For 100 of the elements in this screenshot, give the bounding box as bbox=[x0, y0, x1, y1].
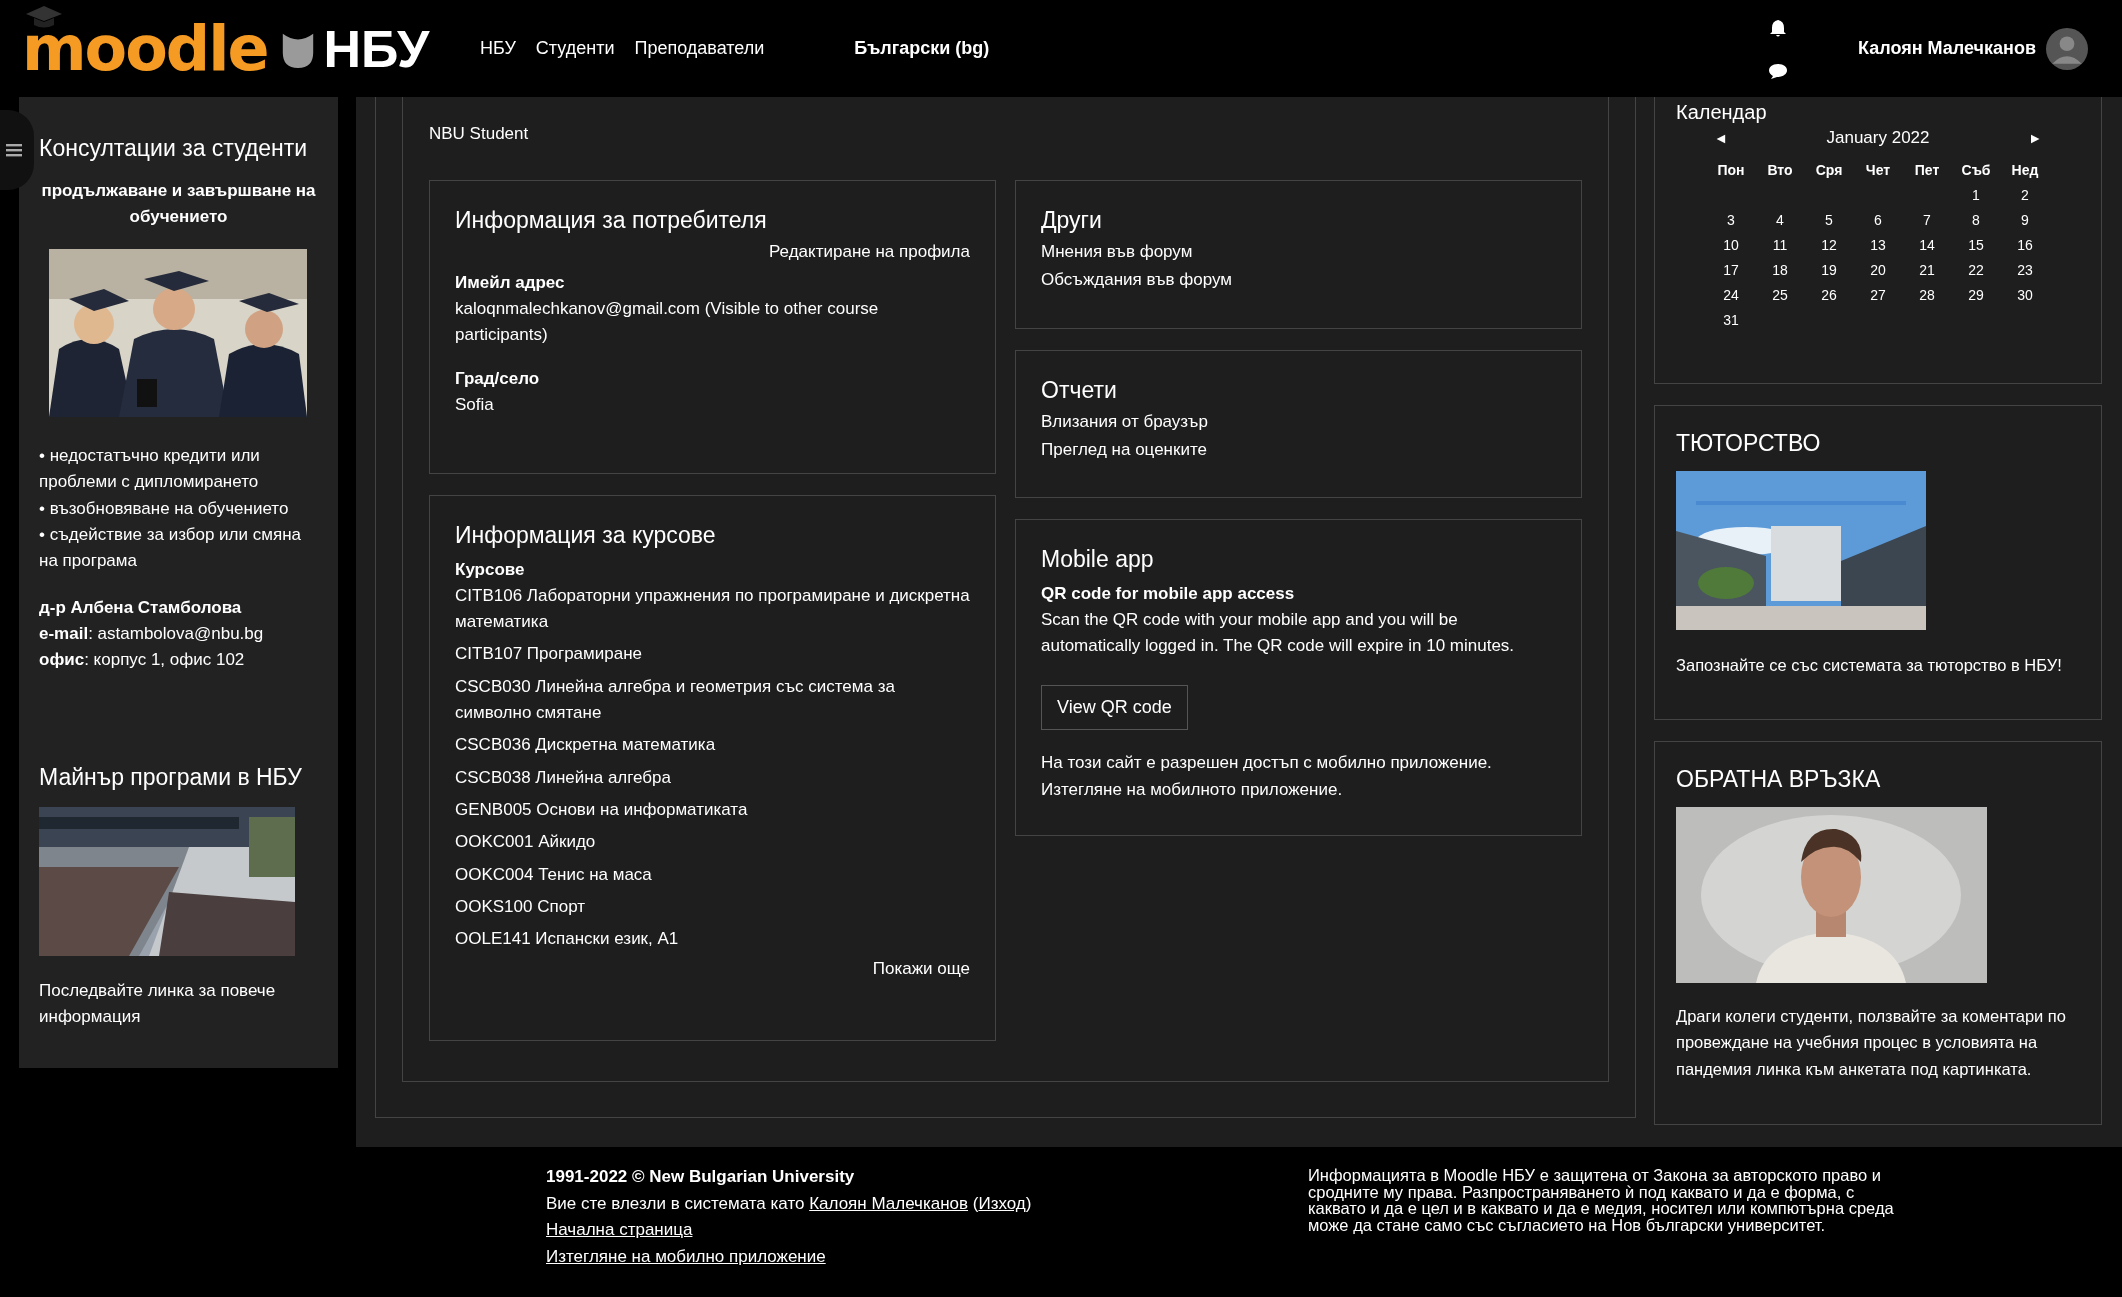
weekday-header: Вто bbox=[1766, 162, 1794, 178]
field-value: kaloqnmalechkanov@gmail.com (Visible to other course participants) bbox=[455, 297, 880, 346]
copyright-notice: Информацията в Moodle НБУ е защитена от Закона за авторското право и сродните му права. Разпространяването ѝ под каквато и да е форма, с каквато и да е цел и в каквато и да е медия, носител или компютърна среда може да стане само със съгласието на Нов български университет. bbox=[1308, 1167, 1895, 1236]
contact-line: e-mail: astambolova@nbu.bg bbox=[39, 623, 265, 646]
edit-profile-link[interactable]: Редактиране на профила bbox=[769, 242, 970, 261]
bell-icon[interactable] bbox=[1768, 17, 1789, 38]
copyright: 1991-2022 © New Bulgarian University bbox=[546, 1167, 856, 1187]
calendar-day[interactable]: 3 bbox=[1706, 212, 1756, 228]
avatar[interactable] bbox=[2046, 27, 2088, 70]
user-name[interactable]: Калоян Малечканов bbox=[1858, 38, 2036, 59]
calendar-day[interactable]: 26 bbox=[1804, 287, 1854, 303]
report-link[interactable]: Преглед на оценките bbox=[1041, 440, 1556, 460]
calendar-day[interactable]: 24 bbox=[1706, 287, 1756, 303]
nbu-logo[interactable]: НБУ bbox=[323, 18, 430, 79]
field-value: Sofia bbox=[455, 393, 495, 416]
calendar-day[interactable]: 16 bbox=[2000, 237, 2050, 253]
field-label: Град/село bbox=[455, 368, 541, 391]
card-title: Календар bbox=[1676, 101, 1768, 124]
footer-link[interactable]: Начална страница bbox=[546, 1217, 1308, 1244]
nav-link[interactable]: НБУ bbox=[480, 38, 516, 59]
calendar-day[interactable]: 29 bbox=[1951, 287, 2001, 303]
forum-link[interactable]: Мнения във форум bbox=[1041, 242, 1556, 262]
block-title: Майнър програми в НБУ bbox=[39, 763, 303, 791]
card-title: ТЮТОРСТВО bbox=[1676, 430, 1822, 457]
field-label: Курсове bbox=[455, 559, 526, 581]
calendar-day[interactable]: 21 bbox=[1902, 262, 1952, 278]
course-link[interactable]: CSCB036 Дискретна математика bbox=[455, 732, 970, 759]
report-link[interactable]: Влизания от браузър bbox=[1041, 412, 1556, 432]
course-link[interactable]: OOKC004 Тенис на маса bbox=[455, 861, 970, 888]
bullet-item: • недостатъчно кредити или проблеми с дипломирането bbox=[39, 445, 261, 494]
show-more-link[interactable]: Покажи още bbox=[872, 958, 970, 978]
calendar-day[interactable]: 13 bbox=[1853, 237, 1903, 253]
calendar-day[interactable]: 2 bbox=[2000, 187, 2050, 203]
course-link[interactable]: OOKS100 Спорт bbox=[455, 893, 970, 921]
language-menu[interactable]: Български (bg) bbox=[854, 38, 990, 59]
card-title: Информация за потребителя bbox=[455, 207, 768, 234]
weekday-header: Нед bbox=[2010, 162, 2040, 178]
course-link[interactable]: OOKC001 Айкидо bbox=[455, 829, 970, 856]
calendar-day[interactable]: 23 bbox=[2000, 262, 2050, 278]
calendar-day[interactable]: 6 bbox=[1853, 212, 1903, 228]
nav-link[interactable]: Студенти bbox=[535, 38, 615, 59]
field-label: QR code for mobile app access bbox=[1041, 583, 1296, 605]
weekday-header: Пон bbox=[1716, 162, 1746, 178]
contact-line: д-р Албена Стамболова bbox=[39, 596, 243, 619]
bullet-item: • съдействие за избор или смяна на програма bbox=[39, 524, 302, 573]
download-app-link[interactable]: Изтегляне на мобилното приложение. bbox=[1041, 776, 1556, 803]
weekday-header: Съб bbox=[1960, 162, 1992, 178]
course-link[interactable]: GENB005 Основи на информатиката bbox=[455, 796, 970, 824]
card-title: Отчети bbox=[1041, 377, 1118, 404]
drawer-toggle[interactable] bbox=[0, 110, 34, 190]
calendar-day[interactable]: 7 bbox=[1902, 212, 1952, 228]
profile-link[interactable]: Калоян Малечканов bbox=[809, 1194, 969, 1213]
course-link[interactable]: CSCB030 Линейна алгебра и геометрия със система за символно смятане bbox=[455, 673, 970, 727]
calendar-day[interactable]: 20 bbox=[1853, 262, 1903, 278]
previous-month-link[interactable]: ◄ bbox=[1714, 130, 1728, 146]
calendar-day[interactable]: 30 bbox=[2000, 287, 2050, 303]
block-text: Последвайте линка за повече информация bbox=[39, 979, 277, 1029]
menu-icon bbox=[6, 143, 22, 157]
calendar-day[interactable]: 15 bbox=[1951, 237, 2001, 253]
weekday-header: Сря bbox=[1814, 162, 1844, 178]
block-text: Запознайте се със системата за тюторство в НБУ! bbox=[1676, 655, 2063, 676]
bullet-item: • възобновяване на обучението bbox=[39, 497, 290, 520]
calendar-day[interactable]: 19 bbox=[1804, 262, 1854, 278]
weekday-header: Чет bbox=[1864, 162, 1892, 178]
calendar-day[interactable]: 28 bbox=[1902, 287, 1952, 303]
card-title: ОБРАТНА ВРЪЗКА bbox=[1676, 766, 1882, 793]
calendar-day[interactable]: 25 bbox=[1755, 287, 1805, 303]
view-qr-button[interactable]: View QR code bbox=[1041, 685, 1188, 731]
card-title: Информация за курсове bbox=[455, 522, 717, 549]
course-link[interactable]: CSCB038 Линейна алгебра bbox=[455, 764, 970, 791]
calendar-day[interactable]: 4 bbox=[1755, 212, 1805, 228]
qr-description: Scan the QR code with your mobile app and you will be automatically logged in. The QR code will expire in 10 minutes. bbox=[1041, 608, 1516, 657]
calendar-day[interactable]: 14 bbox=[1902, 237, 1952, 253]
calendar-day[interactable]: 22 bbox=[1951, 262, 2001, 278]
forum-link[interactable]: Обсъждания във форум bbox=[1041, 270, 1556, 290]
calendar-day[interactable]: 17 bbox=[1706, 262, 1756, 278]
card-title: Mobile app bbox=[1041, 546, 1155, 573]
course-link[interactable]: CITB106 Лабораторни упражнения по програмиране и дискретна математика bbox=[455, 582, 970, 636]
calendar-day[interactable]: 9 bbox=[2000, 212, 2050, 228]
calendar-day[interactable]: 1 bbox=[1951, 187, 2001, 203]
calendar-day[interactable]: 5 bbox=[1804, 212, 1854, 228]
footer-link[interactable]: Изтегляне на мобилно приложение bbox=[546, 1243, 1308, 1271]
weekday-header: Пет bbox=[1913, 162, 1941, 178]
nav-link[interactable]: Преподаватели bbox=[634, 38, 765, 59]
next-month-link[interactable]: ► bbox=[2028, 130, 2042, 146]
course-link[interactable]: OOLE141 Испански език, A1 bbox=[455, 926, 970, 953]
calendar-day[interactable]: 11 bbox=[1755, 237, 1805, 253]
card-title: Други bbox=[1041, 207, 1103, 234]
calendar-day[interactable]: 8 bbox=[1951, 212, 2001, 228]
course-link[interactable]: CITB107 Програмиране bbox=[455, 641, 970, 668]
calendar-day[interactable]: 27 bbox=[1853, 287, 1903, 303]
calendar-day[interactable]: 31 bbox=[1706, 312, 1756, 328]
role-label: NBU Student bbox=[429, 124, 530, 144]
logout-link[interactable]: Изход bbox=[978, 1194, 1026, 1213]
moodle-logo[interactable]: moodle bbox=[22, 12, 268, 85]
chat-icon[interactable] bbox=[1768, 61, 1789, 80]
login-info: Вие сте влезли в системата като Калоян Малечканов (Изход) bbox=[546, 1193, 1033, 1215]
calendar-day[interactable]: 18 bbox=[1755, 262, 1805, 278]
calendar-day[interactable]: 10 bbox=[1706, 237, 1756, 253]
calendar-day[interactable]: 12 bbox=[1804, 237, 1854, 253]
